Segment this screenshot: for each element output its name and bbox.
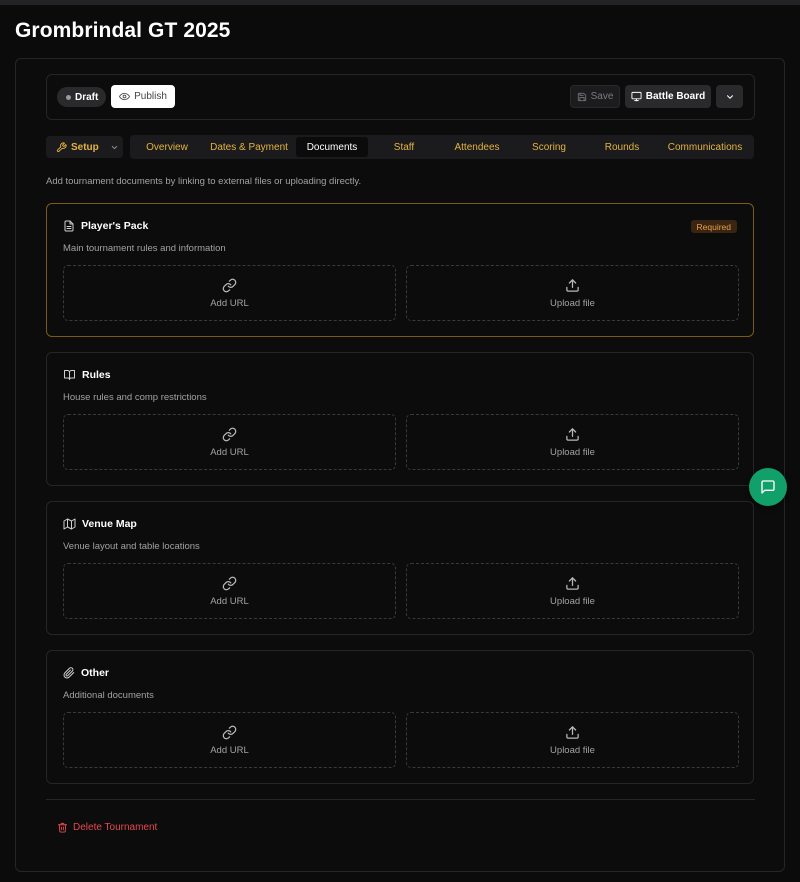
- document-card-venue-map: Venue Map Venue layout and table locatio…: [46, 501, 754, 635]
- link-icon: [222, 278, 237, 293]
- delete-label: Delete Tournament: [73, 822, 158, 833]
- card-subtitle: Main tournament rules and information: [63, 243, 226, 254]
- add-url-label: Add URL: [210, 595, 249, 607]
- tab-documents[interactable]: Documents: [296, 137, 368, 157]
- upload-icon: [565, 278, 580, 293]
- add-url-label: Add URL: [210, 446, 249, 458]
- add-url-button[interactable]: Add URL: [63, 414, 396, 470]
- upload-icon: [565, 576, 580, 591]
- monitor-icon: [631, 91, 642, 102]
- card-title: Other: [81, 667, 110, 679]
- top-strip: [0, 0, 800, 5]
- battle-board-label: Battle Board: [645, 91, 706, 102]
- save-icon: [577, 92, 587, 102]
- publish-button[interactable]: Publish: [111, 85, 175, 108]
- tab-staff[interactable]: Staff: [372, 137, 436, 157]
- delete-tournament-button[interactable]: Delete Tournament: [57, 822, 157, 833]
- divider: [46, 799, 755, 800]
- paperclip-icon: [63, 667, 75, 679]
- tab-scoring[interactable]: Scoring: [516, 137, 582, 157]
- chevron-down-icon: [110, 143, 119, 152]
- add-url-label: Add URL: [210, 297, 249, 309]
- upload-icon: [565, 427, 580, 442]
- card-header: Other: [63, 667, 109, 679]
- upload-file-button[interactable]: Upload file: [406, 265, 739, 321]
- card-subtitle: Venue layout and table locations: [63, 541, 200, 552]
- required-badge: Required: [690, 220, 737, 233]
- tab-attendees[interactable]: Attendees: [440, 137, 514, 157]
- card-header: Player's Pack: [63, 220, 148, 232]
- link-icon: [222, 576, 237, 591]
- upload-file-button[interactable]: Upload file: [406, 563, 739, 619]
- save-button[interactable]: Save: [570, 85, 620, 108]
- document-card-rules: Rules House rules and comp restrictions …: [46, 352, 754, 486]
- tab-dates-payment[interactable]: Dates & Payment: [204, 137, 294, 157]
- message-square-icon: [760, 479, 776, 495]
- chat-button[interactable]: [749, 468, 787, 506]
- upload-file-label: Upload file: [550, 744, 595, 756]
- status-dot-icon: [66, 94, 71, 100]
- book-open-icon: [63, 369, 76, 381]
- card-title: Venue Map: [82, 518, 137, 530]
- add-url-button[interactable]: Add URL: [63, 265, 396, 321]
- intro-text: Add tournament documents by linking to e…: [46, 176, 362, 187]
- upload-file-label: Upload file: [550, 595, 595, 607]
- document-card-players-pack: Player's Pack Required Main tournament r…: [46, 203, 754, 337]
- card-header: Rules: [63, 369, 111, 381]
- add-url-button[interactable]: Add URL: [63, 563, 396, 619]
- publish-label: Publish: [134, 91, 167, 102]
- link-icon: [222, 427, 237, 442]
- tab-rounds[interactable]: Rounds: [588, 137, 656, 157]
- setup-dropdown[interactable]: Setup: [46, 136, 123, 158]
- chevron-down-icon: [725, 92, 735, 102]
- add-url-button[interactable]: Add URL: [63, 712, 396, 768]
- card-title: Rules: [82, 369, 111, 381]
- status-badge: Draft: [57, 87, 106, 107]
- save-label: Save: [590, 91, 614, 102]
- card-title: Player's Pack: [81, 220, 149, 232]
- page-title: Grombrindal GT 2025: [15, 19, 231, 42]
- tab-communications[interactable]: Communications: [660, 137, 750, 157]
- file-text-icon: [63, 220, 75, 232]
- status-label: Draft: [75, 91, 99, 103]
- upload-file-button[interactable]: Upload file: [406, 712, 739, 768]
- wrench-icon: [56, 141, 67, 153]
- tab-overview[interactable]: Overview: [134, 137, 200, 157]
- upload-file-button[interactable]: Upload file: [406, 414, 739, 470]
- battle-board-button[interactable]: Battle Board: [625, 85, 711, 108]
- eye-icon: [119, 91, 131, 102]
- link-icon: [222, 725, 237, 740]
- upload-file-label: Upload file: [550, 446, 595, 458]
- setup-label: Setup: [71, 141, 99, 153]
- upload-file-label: Upload file: [550, 297, 595, 309]
- map-icon: [63, 518, 76, 530]
- trash-icon: [57, 822, 68, 833]
- document-card-other: Other Additional documents Add URL Uploa…: [46, 650, 754, 784]
- card-subtitle: Additional documents: [63, 690, 154, 701]
- more-options-button[interactable]: [716, 85, 743, 108]
- add-url-label: Add URL: [210, 744, 249, 756]
- card-subtitle: House rules and comp restrictions: [63, 392, 207, 403]
- card-header: Venue Map: [63, 518, 137, 530]
- upload-icon: [565, 725, 580, 740]
